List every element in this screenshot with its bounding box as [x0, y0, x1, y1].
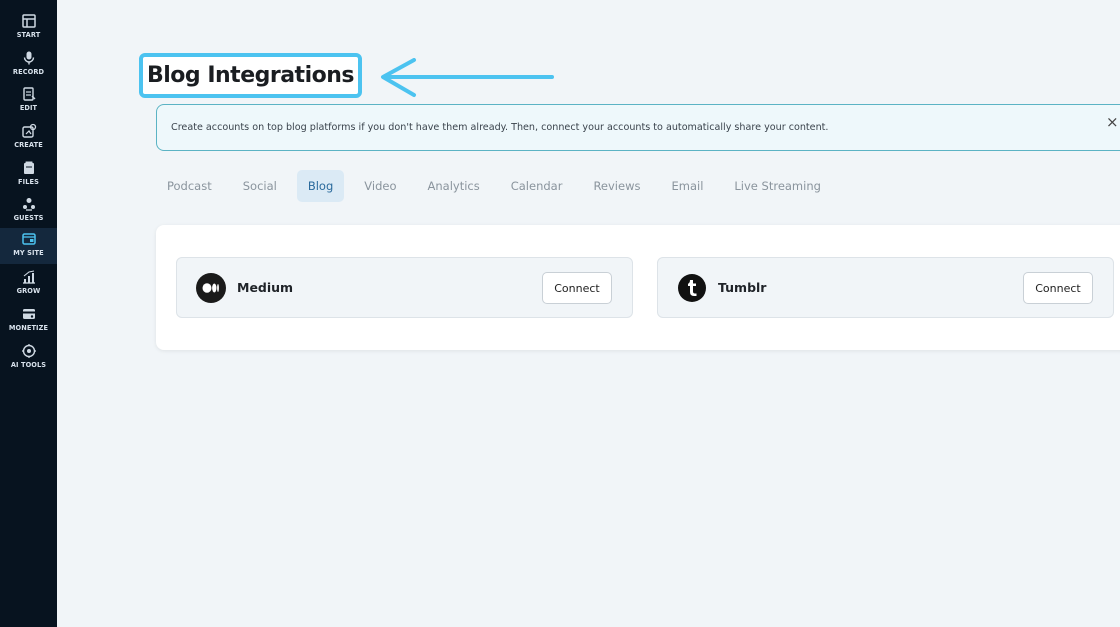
integration-tabs: Podcast Social Blog Video Analytics Cale…: [156, 170, 841, 202]
page-title: Blog Integrations: [147, 63, 355, 88]
guests-icon: [22, 198, 35, 211]
grow-icon: [22, 270, 35, 284]
sidebar-item-start[interactable]: START: [0, 10, 57, 46]
sidebar-item-label: GROW: [16, 287, 41, 295]
sidebar-item-label: FILES: [18, 178, 39, 186]
sidebar-item-create[interactable]: CREATE: [0, 120, 57, 156]
info-banner-text: Create accounts on top blog platforms if…: [171, 122, 829, 133]
info-banner: Create accounts on top blog platforms if…: [156, 104, 1120, 151]
sidebar-item-files[interactable]: FILES: [0, 157, 57, 193]
connect-tumblr-button[interactable]: Connect: [1023, 272, 1093, 304]
sidebar-item-ai-tools[interactable]: AI TOOLS: [0, 340, 57, 376]
tab-live-streaming[interactable]: Live Streaming: [723, 170, 832, 202]
tab-podcast[interactable]: Podcast: [156, 170, 223, 202]
sidebar-item-label: AI TOOLS: [10, 361, 47, 369]
tab-analytics[interactable]: Analytics: [417, 170, 491, 202]
create-icon: [21, 123, 36, 138]
sidebar-item-label: MONETIZE: [8, 324, 49, 332]
integration-item-tumblr: Tumblr Connect: [657, 257, 1114, 318]
tab-reviews[interactable]: Reviews: [582, 170, 651, 202]
start-icon: [21, 14, 36, 28]
sidebar-item-label: RECORD: [12, 68, 45, 76]
tab-email[interactable]: Email: [660, 170, 714, 202]
my-site-icon: [21, 233, 36, 245]
close-icon[interactable]: ×: [1106, 114, 1120, 130]
integration-name: Medium: [237, 280, 294, 295]
sidebar: START RECORD EDIT CREATE FILES GUESTS MY…: [0, 0, 57, 627]
sidebar-item-label: START: [16, 31, 41, 39]
sidebar-item-guests[interactable]: GUESTS: [0, 193, 57, 229]
microphone-icon: [23, 51, 34, 65]
medium-logo-icon: [196, 273, 226, 303]
tab-blog[interactable]: Blog: [296, 170, 345, 202]
tab-social[interactable]: Social: [232, 170, 288, 202]
sidebar-item-record[interactable]: RECORD: [0, 47, 57, 83]
sidebar-item-my-site[interactable]: MY SITE: [0, 228, 57, 264]
sidebar-item-edit[interactable]: EDIT: [0, 83, 57, 119]
tumblr-logo-icon: [678, 274, 706, 302]
sidebar-item-label: GUESTS: [13, 214, 44, 222]
sidebar-item-grow[interactable]: GROW: [0, 266, 57, 302]
edit-icon: [22, 87, 35, 101]
connect-medium-button[interactable]: Connect: [542, 272, 612, 304]
page-title-highlight: Blog Integrations: [139, 53, 362, 98]
tab-calendar[interactable]: Calendar: [500, 170, 574, 202]
sidebar-item-label: EDIT: [19, 104, 38, 112]
integration-item-medium: Medium Connect: [176, 257, 633, 318]
arrow-left-icon: [381, 58, 554, 97]
sidebar-item-monetize[interactable]: MONETIZE: [0, 303, 57, 339]
files-icon: [23, 161, 34, 174]
tab-video[interactable]: Video: [353, 170, 407, 202]
sidebar-item-label: CREATE: [14, 141, 43, 149]
sidebar-item-label: MY SITE: [13, 249, 44, 257]
monetize-icon: [22, 309, 35, 319]
integration-name: Tumblr: [718, 280, 767, 295]
ai-tools-icon: [21, 344, 36, 358]
